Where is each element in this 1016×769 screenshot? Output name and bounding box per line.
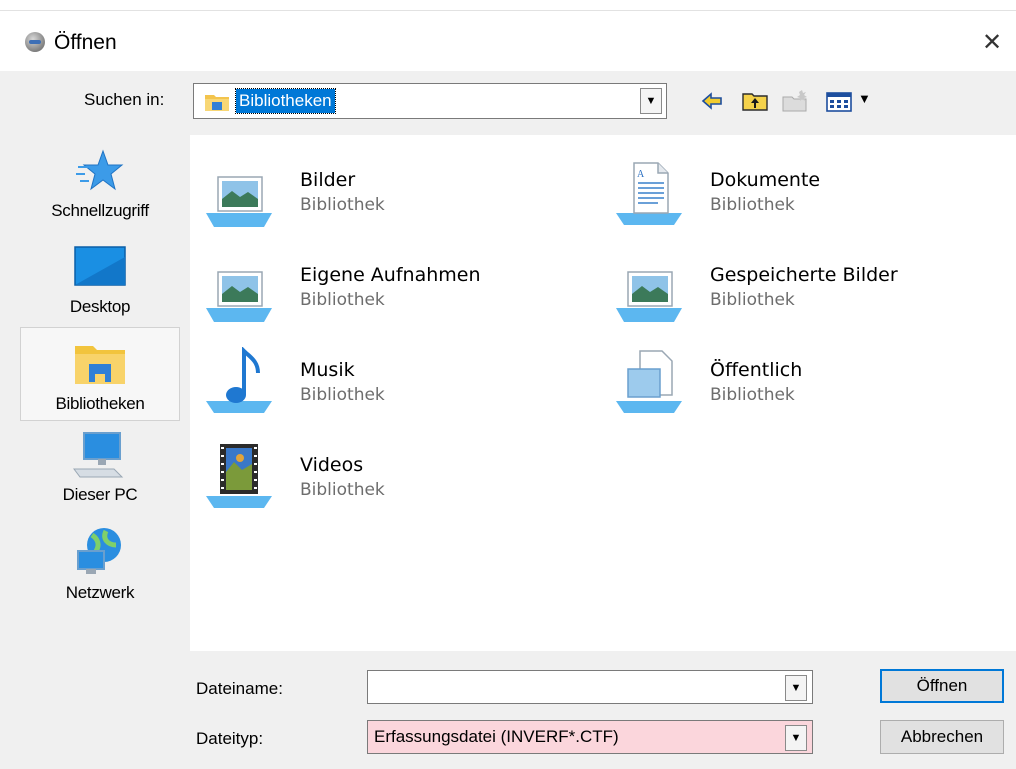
computer-icon [73,432,124,478]
place-schnellzugriff[interactable]: Schnellzugriff [20,135,180,229]
filetype-label: Dateityp: [196,729,264,748]
item-type: Bibliothek [300,480,385,500]
open-button[interactable]: Öffnen [880,669,1004,703]
filename-dropdown-button[interactable]: ▼ [785,675,807,701]
public-library-icon [616,350,682,413]
places-bar: Schnellzugriff Desktop Bibliotheken Dies… [15,135,188,651]
title-bar: Öffnen ✕ [0,11,1016,71]
filename-label: Dateiname: [196,679,283,698]
place-bibliotheken[interactable]: Bibliotheken [20,327,180,421]
documents-library-icon: A [616,162,682,225]
place-label: Schnellzugriff [51,201,149,220]
camera-roll-library-icon [206,271,272,322]
filename-input[interactable] [372,674,776,702]
app-icon [25,32,45,52]
view-menu-icon[interactable]: ▼ [823,88,875,114]
lookin-label: Suchen in: [84,90,165,109]
item-type: Bibliothek [710,195,795,215]
star-icon [76,149,124,191]
place-label: Dieser PC [62,485,138,504]
view-menu-caret: ▼ [858,91,871,106]
new-folder-icon[interactable] [780,88,810,114]
item-name: Musik [300,359,355,381]
videos-library-icon [206,444,272,508]
lookin-combobox[interactable]: Bibliotheken ▼ [193,83,667,119]
folder-up-icon[interactable] [740,88,770,114]
item-type: Bibliothek [300,385,385,405]
svg-text:A: A [637,169,645,180]
item-name: Gespeicherte Bilder [710,264,898,286]
place-dieser-pc[interactable]: Dieser PC [20,423,180,517]
filetype-combobox[interactable]: Erfassungsdatei (INVERF*.CTF) ▼ [367,720,813,754]
place-label: Netzwerk [65,583,135,602]
music-library-icon [206,347,272,413]
network-icon [77,528,121,574]
saved-pictures-library-icon [616,271,682,322]
lookin-selected-value: Bibliotheken [235,88,336,114]
library-item-musik[interactable]: Musik Bibliothek [190,325,550,413]
item-name: Dokumente [710,169,821,191]
library-item-eigene-aufnahmen[interactable]: Eigene Aufnahmen Bibliothek [190,230,550,322]
close-icon[interactable]: ✕ [972,25,1012,61]
libraries-icon [75,346,125,384]
filename-combobox[interactable]: ▼ [367,670,813,704]
library-item-gespeicherte-bilder[interactable]: Gespeicherte Bilder Bibliothek [600,230,960,322]
item-type: Bibliothek [300,195,385,215]
window-title: Öffnen [54,31,117,54]
library-item-oeffentlich[interactable]: Öffentlich Bibliothek [600,325,960,413]
pictures-library-icon [206,176,272,227]
item-name: Eigene Aufnahmen [300,264,481,286]
place-label: Desktop [69,297,131,316]
place-desktop[interactable]: Desktop [20,231,180,325]
back-arrow-icon[interactable] [700,88,724,114]
item-type: Bibliothek [710,385,795,405]
background-window-strip [0,0,1016,11]
lookin-dropdown-button[interactable]: ▼ [640,88,662,114]
item-name: Öffentlich [710,359,803,381]
libraries-folder-icon [205,95,229,111]
place-label: Bibliotheken [55,394,145,413]
desktop-icon [74,246,126,286]
library-item-bilder[interactable]: Bilder Bibliothek [190,135,550,227]
file-list-view[interactable]: Bilder Bibliothek A Dokumente Bibliothek… [190,135,1016,651]
place-netzwerk[interactable]: Netzwerk [20,519,180,613]
library-item-dokumente[interactable]: A Dokumente Bibliothek [600,135,960,225]
library-item-videos[interactable]: Videos Bibliothek [190,420,550,508]
item-type: Bibliothek [710,290,795,310]
cancel-button[interactable]: Abbrechen [880,720,1004,754]
item-type: Bibliothek [300,290,385,310]
item-name: Videos [300,454,364,476]
item-name: Bilder [300,169,356,191]
filetype-dropdown-button[interactable]: ▼ [785,725,807,751]
filetype-value: Erfassungsdatei (INVERF*.CTF) [374,727,619,746]
